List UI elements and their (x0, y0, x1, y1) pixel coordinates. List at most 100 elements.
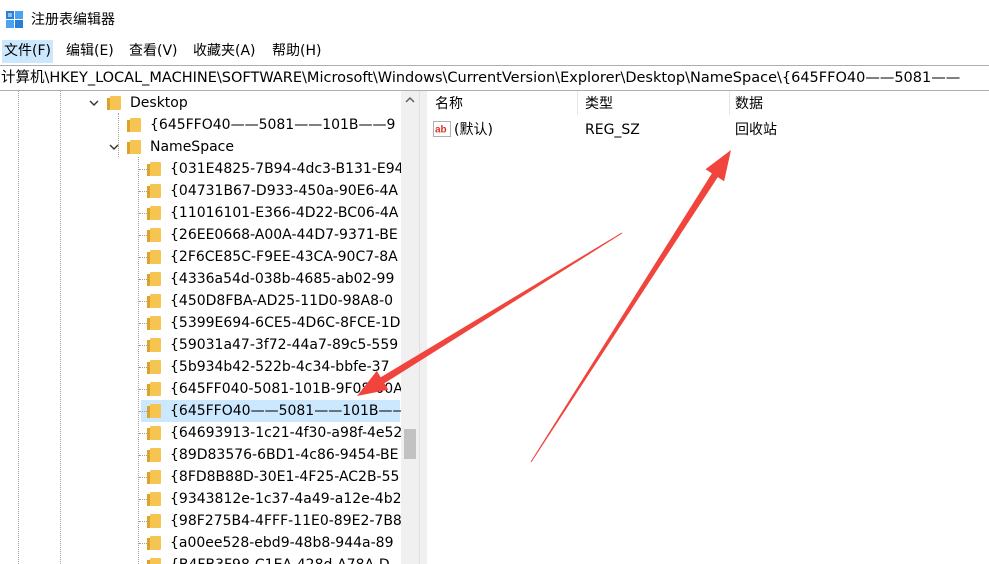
tree-node-label: {450D8FBA-AD25-11D0-98A8-0 (170, 293, 394, 309)
tree-branch-line (139, 543, 147, 545)
folder-icon (147, 250, 161, 264)
tree-node-key[interactable]: {B4FB3F98-C1EA-428d-A78A-D (0, 554, 400, 564)
folder-icon (147, 448, 161, 462)
tree-node-label: {5399E694-6CE5-4D6C-8FCE-1D (170, 315, 401, 331)
tree-branch-line (139, 235, 147, 237)
tree-node-desktop-child[interactable]: {645FFO40——5081——101B——9 (0, 114, 400, 136)
tree-node-key[interactable]: {5399E694-6CE5-4D6C-8FCE-1D (0, 312, 400, 334)
tree-node-desktop[interactable]: Desktop (0, 92, 400, 114)
column-header-data[interactable]: 数据 (735, 91, 763, 115)
menu-edit[interactable]: 编辑(E) (64, 40, 116, 63)
tree-node-key[interactable]: {645FF040-5081-101B-9F08-00A (0, 378, 403, 400)
tree-branch-line (139, 323, 147, 325)
tree-node-label: {64693913-1c21-4f30-a98f-4e52 (170, 425, 403, 441)
menu-bar: 文件(F) 编辑(E) 查看(V) 收藏夹(A) 帮助(H) (0, 40, 989, 63)
values-list: 名称 类型 数据 ab (默认) REG_SZ 回收站 (427, 91, 989, 564)
tree-node-label: {645FFO40——5081——101B——9 (150, 117, 396, 133)
tree-node-key[interactable]: {450D8FBA-AD25-11D0-98A8-0 (0, 290, 400, 312)
tree-branch-line (139, 411, 147, 413)
folder-icon (147, 514, 161, 528)
menu-favorites[interactable]: 收藏夹(A) (191, 40, 258, 63)
tree-branch-line (139, 301, 147, 303)
tree-node-key[interactable]: {64693913-1c21-4f30-a98f-4e52 (0, 422, 403, 444)
column-separator[interactable] (577, 91, 578, 115)
scroll-thumb[interactable] (404, 429, 416, 459)
tree-node-key[interactable]: {89D83576-6BD1-4c86-9454-BE (0, 444, 400, 466)
tree-node-key[interactable]: {5b934b42-522b-4c34-bbfe-37 (0, 356, 400, 378)
tree-node-label: {59031a47-3f72-44a7-89c5-559 (170, 337, 399, 353)
tree-node-label: {26EE0668-A00A-44D7-9371-BE (170, 227, 398, 243)
menu-help[interactable]: 帮助(H) (270, 40, 323, 63)
tree-node-key[interactable]: {98F275B4-4FFF-11E0-89E2-7B8 (0, 510, 402, 532)
tree-branch-line (139, 191, 147, 193)
svg-text:ab: ab (435, 125, 447, 136)
tree-branch-line (139, 389, 147, 391)
tree-node-label: {4336a54d-038b-4685-ab02-99 (170, 271, 395, 287)
tree-node-key[interactable]: {031E4825-7B94-4dc3-B131-E94 (0, 158, 404, 180)
string-value-icon: ab (433, 121, 451, 137)
chevron-down-icon[interactable] (89, 98, 99, 108)
folder-icon (107, 96, 121, 110)
tree-branch-line (139, 477, 147, 479)
chevron-down-icon[interactable] (109, 142, 119, 152)
tree-branch-line (139, 213, 147, 215)
tree-node-key[interactable]: {4336a54d-038b-4685-ab02-99 (0, 268, 400, 290)
folder-icon (147, 536, 161, 550)
tree-node-key[interactable]: {a00ee528-ebd9-48b8-944a-89 (0, 532, 400, 554)
tree-node-key[interactable]: {04731B67-D933-450a-90E6-4A (0, 180, 400, 202)
folder-icon (147, 382, 161, 396)
folder-icon (147, 162, 161, 176)
folder-icon (147, 426, 161, 440)
tree-node-label: {89D83576-6BD1-4c86-9454-BE (170, 447, 399, 463)
column-separator[interactable] (729, 91, 730, 115)
tree-branch-line (139, 499, 147, 501)
folder-icon (127, 140, 141, 154)
tree-node-label: {5b934b42-522b-4c34-bbfe-37 (170, 359, 390, 375)
folder-icon (147, 316, 161, 330)
scroll-up-arrow-icon[interactable] (401, 91, 419, 109)
tree-node-key[interactable]: {8FD8B88D-30E1-4F25-AC2B-55 (0, 466, 400, 488)
folder-icon (147, 492, 161, 506)
menu-file[interactable]: 文件(F) (2, 40, 53, 63)
column-header-name[interactable]: 名称 (435, 91, 463, 115)
registry-editor-icon (6, 11, 23, 28)
tree-node-label: Desktop (130, 95, 188, 111)
folder-icon (147, 184, 161, 198)
value-name[interactable]: (默认) (454, 119, 493, 141)
folder-icon (147, 338, 161, 352)
tree-scrollbar[interactable] (401, 91, 419, 564)
folder-icon (147, 470, 161, 484)
tree-node-key[interactable]: {59031a47-3f72-44a7-89c5-559 (0, 334, 400, 356)
tree-node-label: {2F6CE85C-F9EE-43CA-90C7-8A (170, 249, 398, 265)
address-bar[interactable]: 计算机\HKEY_LOCAL_MACHINE\SOFTWARE\Microsof… (0, 65, 989, 91)
title-bar: 注册表编辑器 (0, 0, 989, 40)
tree-node-label: {B4FB3F98-C1EA-428d-A78A-D (170, 554, 390, 564)
tree-branch-line (139, 433, 147, 435)
tree-node-label: {98F275B4-4FFF-11E0-89E2-7B8 (170, 513, 402, 529)
tree-node-label: {031E4825-7B94-4dc3-B131-E94 (170, 161, 404, 177)
tree-node-label: {645FF040-5081-101B-9F08-00A (170, 381, 403, 397)
folder-icon (147, 558, 161, 564)
tree-branch-line (139, 521, 147, 523)
tree-node-label: {04731B67-D933-450a-90E6-4A (170, 183, 398, 199)
tree-node-label: {9343812e-1c37-4a49-a12e-4b2 (170, 491, 402, 507)
value-type: REG_SZ (585, 122, 640, 138)
tree-node-label: {11016101-E366-4D22-BC06-4A (170, 205, 399, 221)
tree-node-selected[interactable]: {645FFO40——5081——101B—— (139, 400, 407, 422)
tree-node-key[interactable]: {26EE0668-A00A-44D7-9371-BE (0, 224, 400, 246)
tree-node-key[interactable]: {2F6CE85C-F9EE-43CA-90C7-8A (0, 246, 400, 268)
window-title: 注册表编辑器 (31, 12, 115, 28)
tree-branch-line (139, 279, 147, 281)
tree-branch-line (139, 367, 147, 369)
folder-icon (147, 404, 161, 418)
menu-view[interactable]: 查看(V) (127, 40, 180, 63)
tree-node-key[interactable]: {11016101-E366-4D22-BC06-4A (0, 202, 400, 224)
column-header-type[interactable]: 类型 (585, 91, 613, 115)
address-path[interactable]: 计算机\HKEY_LOCAL_MACHINE\SOFTWARE\Microsof… (1, 68, 960, 88)
tree-node-label: NameSpace (150, 139, 234, 155)
tree-node-key[interactable]: {9343812e-1c37-4a49-a12e-4b2 (0, 488, 402, 510)
folder-icon (147, 228, 161, 242)
tree-branch-line (139, 257, 147, 259)
tree-node-namespace[interactable]: NameSpace (0, 136, 400, 158)
tree-branch-line (139, 455, 147, 457)
